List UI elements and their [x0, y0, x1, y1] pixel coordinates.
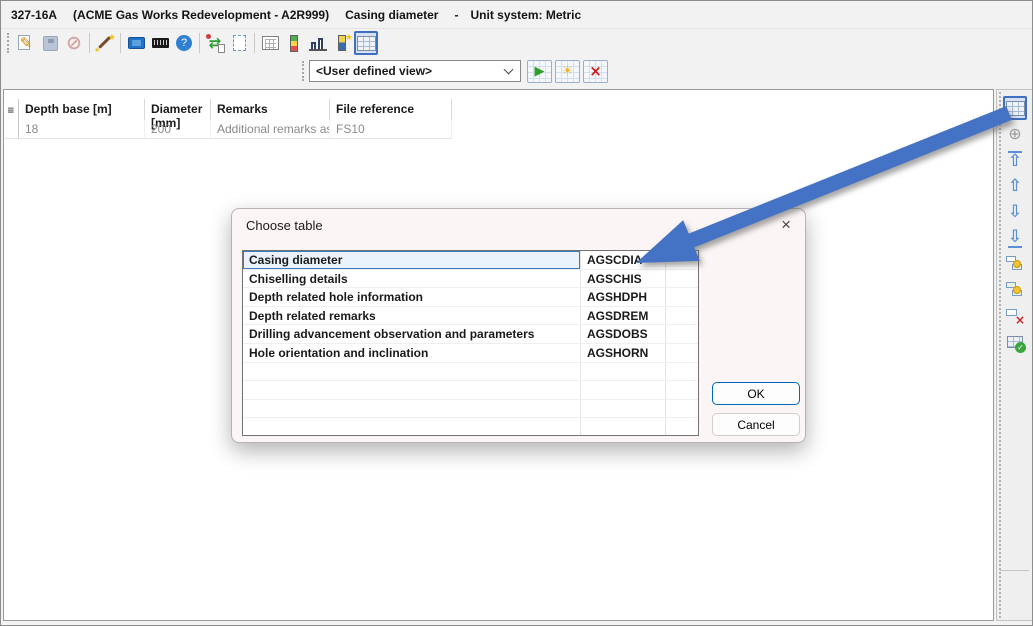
column-header-diameter[interactable]: Diameter [mm]: [145, 99, 211, 120]
delete-row-icon[interactable]: ×: [1003, 304, 1027, 328]
row-selector-header[interactable]: ≡: [5, 99, 19, 120]
row-selector[interactable]: [5, 120, 19, 139]
toolbar-separator: [89, 33, 90, 53]
cell-depth-base[interactable]: 18: [19, 120, 145, 139]
list-item-depth-related-remarks[interactable]: Depth related remarks AGSDREM: [243, 307, 698, 326]
list-item-chiselling-details[interactable]: Chiselling details AGSCHIS: [243, 270, 698, 289]
view-toolbar-grip[interactable]: [302, 61, 304, 81]
list-item-casing-diameter[interactable]: Casing diameter AGSCDIA: [243, 251, 698, 270]
validate-table-icon[interactable]: ✓: [1003, 330, 1027, 354]
table-list: Casing diameter AGSCDIA Chiselling detai…: [242, 250, 699, 436]
cell-file-reference[interactable]: FS10: [330, 120, 452, 139]
choose-table-dialog: Choose table × Casing diameter AGSCDIA C…: [231, 208, 806, 443]
cancel-entry-icon[interactable]: ⊘: [62, 31, 86, 55]
log-column-view-icon[interactable]: ★: [330, 31, 354, 55]
move-up-icon[interactable]: ⇧: [1003, 174, 1027, 198]
column-header-depth-base[interactable]: Depth base [m]: [19, 99, 145, 120]
toolbar-separator: [120, 33, 121, 53]
toolbar-separator: [254, 33, 255, 53]
title-bar: 327-16A (ACME Gas Works Redevelopment - …: [1, 1, 1032, 29]
delete-view-button[interactable]: ×: [583, 60, 608, 83]
active-table-name: Casing diameter: [345, 8, 438, 22]
chart-view-icon[interactable]: [306, 31, 330, 55]
table-view-icon[interactable]: [354, 31, 378, 55]
screen-preview-icon[interactable]: [124, 31, 148, 55]
save-icon[interactable]: [38, 31, 62, 55]
main-toolbar: ✎ ⊘ ★ ★ ? ⇄: [3, 29, 993, 57]
list-item-hole-orientation[interactable]: Hole orientation and inclination AGSHORN: [243, 344, 698, 363]
new-page-icon[interactable]: [227, 31, 251, 55]
dialog-title: Choose table: [246, 218, 323, 233]
title-dash: -: [454, 8, 458, 22]
apply-view-button[interactable]: ▶: [527, 60, 552, 83]
wizard-icon[interactable]: ★ ★: [93, 31, 117, 55]
row-menu-icon: ≡: [7, 106, 15, 116]
ok-button[interactable]: OK: [712, 382, 800, 405]
toolbar-separator: [199, 33, 200, 53]
empty-row: [243, 381, 698, 400]
empty-row: [243, 418, 698, 436]
grid-header-row: ≡ Depth base [m] Diameter [mm] Remarks F…: [5, 99, 465, 120]
table-row: 18 200 Additional remarks as FS10: [5, 120, 465, 139]
app-window: 327-16A (ACME Gas Works Redevelopment - …: [0, 0, 1033, 626]
play-icon: ▶: [535, 65, 545, 78]
side-toolbar-divider: [1000, 570, 1029, 571]
table-view-side-icon[interactable]: [1003, 96, 1027, 120]
cancel-button[interactable]: Cancel: [712, 413, 800, 436]
view-select-value: <User defined view>: [316, 64, 432, 78]
locate-crosshair-icon[interactable]: ⊕: [1003, 122, 1027, 146]
hole-id: 327-16A: [11, 8, 57, 22]
side-toolbar-grip[interactable]: [999, 92, 1001, 618]
cell-diameter[interactable]: 200: [145, 120, 211, 139]
depth-column-view-icon[interactable]: [282, 31, 306, 55]
data-grid: ≡ Depth base [m] Diameter [mm] Remarks F…: [5, 99, 465, 139]
cell-remarks[interactable]: Additional remarks as: [211, 120, 330, 139]
list-item-drilling-advancement[interactable]: Drilling advancement observation and par…: [243, 325, 698, 344]
close-icon[interactable]: ×: [781, 215, 791, 235]
column-header-file-reference[interactable]: File reference: [330, 99, 452, 120]
keyboard-entry-icon[interactable]: [148, 31, 172, 55]
list-item-depth-related-hole-information[interactable]: Depth related hole information AGSHDPH: [243, 288, 698, 307]
move-to-top-icon[interactable]: ⇧: [1003, 148, 1027, 172]
move-down-icon[interactable]: ⇩: [1003, 200, 1027, 224]
project-name: (ACME Gas Works Redevelopment - A2R999): [73, 8, 329, 22]
help-icon[interactable]: ?: [172, 31, 196, 55]
empty-row: [243, 400, 698, 419]
pencil-glyph: ✎: [20, 36, 33, 51]
toolbar-grip[interactable]: [7, 33, 9, 53]
view-toolbar: <User defined view> ▶ ☀ ×: [298, 57, 611, 85]
delete-x-icon: ×: [589, 64, 602, 79]
view-select[interactable]: <User defined view>: [309, 60, 521, 82]
unit-system: Unit system: Metric: [470, 8, 581, 22]
sun-icon: ☀: [562, 65, 574, 78]
insert-row-before-icon[interactable]: [1003, 252, 1027, 276]
column-header-remarks[interactable]: Remarks: [211, 99, 330, 120]
chevron-down-icon: [504, 65, 514, 75]
insert-row-after-icon[interactable]: [1003, 278, 1027, 302]
move-to-bottom-icon[interactable]: ⇩: [1003, 226, 1027, 250]
edit-record-icon[interactable]: ✎: [14, 31, 38, 55]
refresh-data-icon[interactable]: ⇄: [203, 31, 227, 55]
side-toolbar: ⊕ ⇧ ⇧ ⇩ ⇩ ×: [996, 89, 1033, 621]
form-view-icon[interactable]: [258, 31, 282, 55]
empty-row: [243, 363, 698, 382]
new-view-button[interactable]: ☀: [555, 60, 580, 83]
